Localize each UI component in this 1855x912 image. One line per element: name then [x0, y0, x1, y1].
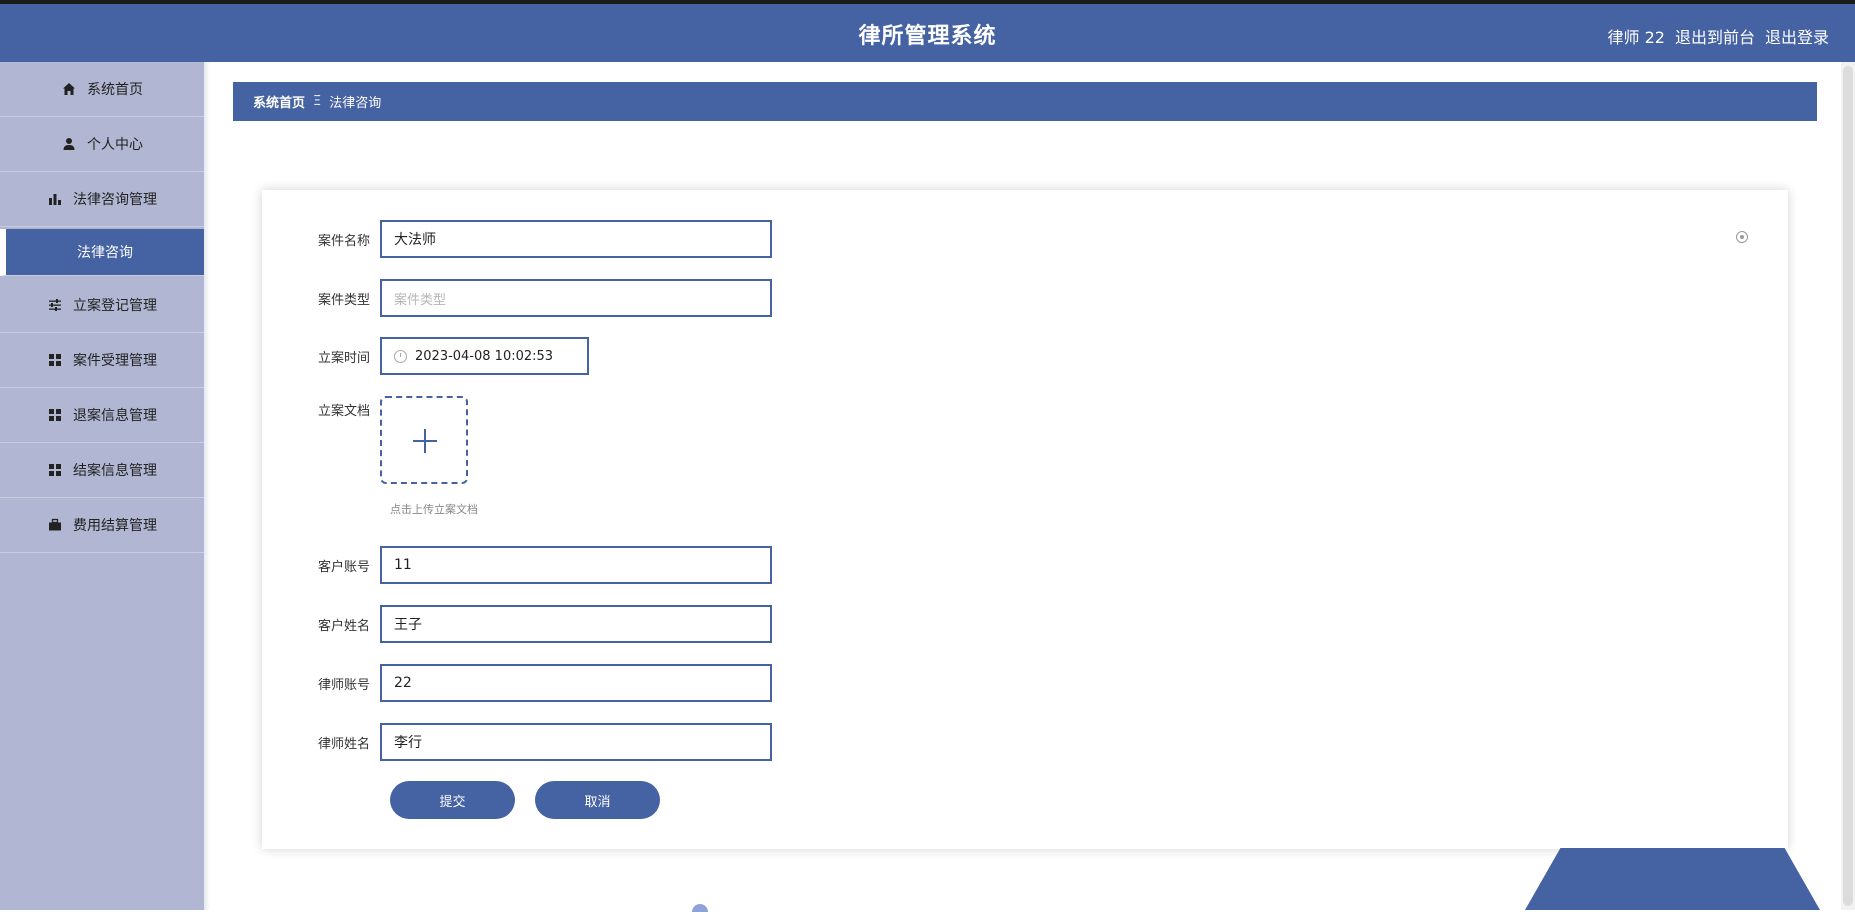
- filing-time-value: 2023-04-08 10:02:53: [415, 348, 554, 364]
- scrollbar-thumb[interactable]: [1843, 66, 1853, 906]
- sidebar-item-label: 退案信息管理: [73, 408, 157, 424]
- sidebar-item-home[interactable]: 系统首页: [0, 62, 204, 117]
- page-scrollbar[interactable]: [1841, 62, 1855, 910]
- lawyer-account-label: 律师账号: [317, 677, 370, 693]
- grid-icon: [47, 352, 63, 368]
- lawyer-account-row: 律师账号 22: [262, 664, 772, 702]
- sidebar-item-withdrawal-management[interactable]: 退案信息管理: [0, 388, 204, 443]
- sidebar-item-profile[interactable]: 个人中心: [0, 117, 204, 172]
- app-title: 律所管理系统: [858, 24, 997, 49]
- breadcrumb-current: 法律咨询: [329, 96, 382, 111]
- grid-icon: [47, 462, 63, 478]
- upload-document-button[interactable]: [380, 396, 468, 484]
- case-type-input[interactable]: 案件类型: [380, 279, 772, 317]
- sidebar-item-acceptance-management[interactable]: 案件受理管理: [0, 333, 204, 388]
- filing-time-label: 立案时间: [317, 350, 370, 366]
- filing-doc-label: 立案文档: [317, 404, 370, 419]
- plus-icon: [424, 429, 426, 453]
- lawyer-name-row: 律师姓名 李行: [262, 723, 772, 761]
- logout-link[interactable]: 退出登录: [1765, 24, 1829, 48]
- sidebar-item-label: 法律咨询: [77, 245, 133, 261]
- filing-time-row: 立案时间 2023-04-08 10:02:53: [262, 337, 589, 375]
- lawyer-account-input[interactable]: 22: [380, 664, 772, 702]
- background-decoration: [1525, 848, 1820, 910]
- sidebar-item-label: 结案信息管理: [73, 463, 157, 479]
- sidebar: 系统首页 个人中心 法律咨询管理 法律咨询 立案登记管理 案件受理管理 退案信息…: [0, 62, 204, 910]
- user-menu: 律师 22 退出到前台 退出登录: [1608, 24, 1829, 48]
- case-name-row: 案件名称 大法师: [262, 220, 772, 258]
- lawyer-name-label: 律师姓名: [317, 736, 370, 752]
- upload-hint: 点击上传立案文档: [390, 503, 478, 516]
- sidebar-item-billing-management[interactable]: 费用结算管理: [0, 498, 204, 553]
- bar-chart-icon: [47, 191, 63, 207]
- case-name-input[interactable]: 大法师: [380, 220, 772, 258]
- client-account-row: 客户账号 11: [262, 546, 772, 584]
- sliders-icon: [47, 297, 63, 313]
- target-icon: [1736, 231, 1748, 243]
- client-account-input[interactable]: 11: [380, 546, 772, 584]
- sidebar-item-label: 费用结算管理: [73, 518, 157, 534]
- home-icon: [61, 81, 77, 97]
- filing-doc-row: 立案文档: [262, 396, 468, 484]
- cancel-button[interactable]: 取消: [535, 781, 660, 819]
- client-name-label: 客户姓名: [317, 618, 370, 634]
- sidebar-item-filing-management[interactable]: 立案登记管理: [0, 278, 204, 333]
- breadcrumb-separator: Ξ: [313, 94, 322, 109]
- background-dot: [692, 904, 708, 912]
- client-name-input[interactable]: 王子: [380, 605, 772, 643]
- client-account-label: 客户账号: [317, 559, 370, 575]
- user-icon: [61, 136, 77, 152]
- sidebar-item-consult-management[interactable]: 法律咨询管理: [0, 172, 204, 227]
- filing-time-picker[interactable]: 2023-04-08 10:02:53: [380, 337, 589, 375]
- app-header: 律所管理系统 律师 22 退出到前台 退出登录: [0, 4, 1855, 62]
- sidebar-item-closure-management[interactable]: 结案信息管理: [0, 443, 204, 498]
- case-type-label: 案件类型: [317, 292, 370, 308]
- grid-icon: [47, 407, 63, 423]
- submit-button[interactable]: 提交: [390, 781, 515, 819]
- briefcase-icon: [47, 517, 63, 533]
- sidebar-item-label: 案件受理管理: [73, 353, 157, 369]
- case-name-label: 案件名称: [317, 233, 370, 249]
- user-label: 律师 22: [1607, 28, 1665, 47]
- sidebar-item-label: 立案登记管理: [73, 298, 157, 314]
- consult-form-card: 案件名称 大法师 案件类型 案件类型 立案时间 2023-04-08 10:02…: [262, 190, 1788, 849]
- client-name-row: 客户姓名 王子: [262, 605, 772, 643]
- case-type-row: 案件类型 案件类型: [262, 279, 772, 317]
- sidebar-item-label: 系统首页: [87, 82, 143, 98]
- breadcrumb-home[interactable]: 系统首页: [253, 92, 305, 111]
- sidebar-item-label: 个人中心: [87, 137, 143, 153]
- back-to-front-link[interactable]: 退出到前台: [1675, 24, 1755, 48]
- sidebar-item-consult[interactable]: 法律咨询: [0, 229, 204, 276]
- clock-icon: [394, 349, 407, 363]
- breadcrumb: 系统首页 Ξ 法律咨询: [233, 82, 1817, 121]
- lawyer-name-input[interactable]: 李行: [380, 723, 772, 761]
- sidebar-shadow: [204, 62, 210, 910]
- sidebar-item-label: 法律咨询管理: [73, 192, 157, 208]
